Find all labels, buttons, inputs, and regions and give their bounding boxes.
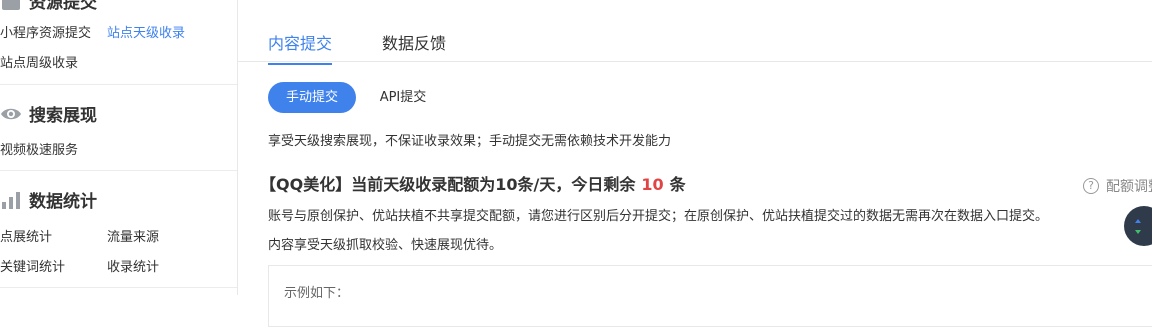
upload-icon: [0, 0, 22, 12]
manual-submit-button[interactable]: 手动提交: [268, 82, 356, 113]
bar-chart-icon: [0, 189, 22, 211]
tab-content-submit[interactable]: 内容提交: [268, 30, 333, 65]
sidebar-item-keyword-stats[interactable]: 关键词统计: [0, 256, 65, 275]
quota-adjust-label: 配额调整: [1106, 179, 1152, 195]
eye-icon: [0, 103, 22, 125]
example-label: 示例如下：: [284, 286, 350, 301]
sidebar-item-traffic-source[interactable]: 流量来源: [107, 226, 159, 245]
example-box: 示例如下：: [268, 265, 1152, 327]
section-title-resource-submit: 资源提交: [0, 0, 97, 13]
up-down-arrow-icon: [1135, 219, 1141, 234]
quota-adjust-link[interactable]: ? 配额调整: [1083, 176, 1152, 196]
sidebar-item-video-fast-service[interactable]: 视频极速服务: [0, 139, 78, 158]
quota-prefix: 【QQ美化】当前天级收录配额为10条/天，今日剩余: [260, 175, 636, 194]
section-title-search-display: 搜索展现: [0, 101, 97, 126]
sidebar-divider: [0, 84, 237, 85]
api-submit-button[interactable]: API提交: [368, 82, 438, 113]
main-tabs: 内容提交 数据反馈: [268, 30, 496, 65]
submit-description: 享受天级搜索展现，不保证收录效果；手动提交无需依赖技术开发能力: [268, 134, 672, 149]
sidebar-item-miniprogram-submit[interactable]: 小程序资源提交: [0, 22, 91, 41]
tabs-divider: [238, 61, 1152, 62]
quota-headline: 【QQ美化】当前天级收录配额为10条/天，今日剩余 10 条: [260, 171, 686, 195]
help-icon: ?: [1083, 178, 1099, 194]
quota-remaining: 10: [641, 175, 664, 194]
sidebar-item-click-stats[interactable]: 点展统计: [0, 226, 52, 245]
main-content: 内容提交 数据反馈 手动提交 API提交 享受天级搜索展现，不保证收录效果；手动…: [238, 0, 1152, 327]
scroll-toggle-button[interactable]: [1124, 206, 1152, 246]
sidebar-divider: [0, 170, 237, 171]
sidebar-item-index-stats[interactable]: 收录统计: [107, 256, 159, 275]
sidebar-item-weekly-index[interactable]: 站点周级收录: [0, 52, 78, 71]
tab-data-feedback[interactable]: 数据反馈: [382, 30, 446, 64]
section-title-data-stats: 数据统计: [0, 187, 97, 212]
quota-note: 账号与原创保护、优站扶植不共享提交配额，请您进行区别后分开提交；在原创保护、优站…: [268, 209, 1049, 224]
quota-note: 内容享受天级抓取校验、快速展现优待。: [268, 238, 503, 253]
sidebar-item-daily-index[interactable]: 站点天级收录: [107, 22, 185, 41]
sidebar-divider: [0, 287, 237, 288]
sidebar: 资源提交 小程序资源提交 站点天级收录 站点周级收录 搜索展现 视频极速服务 数…: [0, 0, 238, 295]
quota-suffix: 条: [669, 175, 686, 194]
